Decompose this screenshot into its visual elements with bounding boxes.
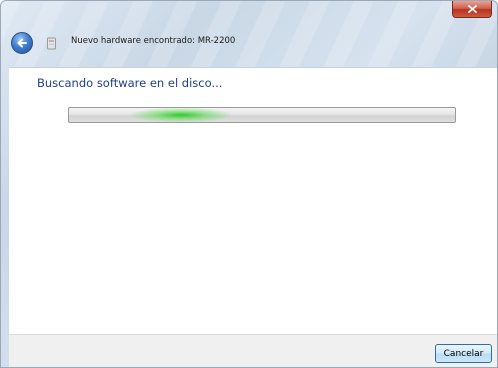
wizard-window: Nuevo hardware encontrado: MR-2200 Busca… [0, 0, 498, 368]
progress-bar [68, 107, 456, 123]
progress-indicator [131, 108, 231, 122]
content-panel: Buscando software en el disco... [9, 67, 497, 334]
window-title: Nuevo hardware encontrado: MR-2200 [71, 36, 236, 46]
footer-bar: Cancelar [9, 334, 497, 367]
back-button[interactable] [11, 32, 33, 54]
page-heading: Buscando software en el disco... [37, 76, 223, 90]
close-icon [467, 5, 477, 13]
cancel-button[interactable]: Cancelar [435, 344, 492, 363]
close-button[interactable] [452, 1, 492, 18]
hardware-device-icon [47, 37, 56, 50]
glass-frame [1, 1, 497, 67]
back-arrow-icon [17, 38, 27, 48]
